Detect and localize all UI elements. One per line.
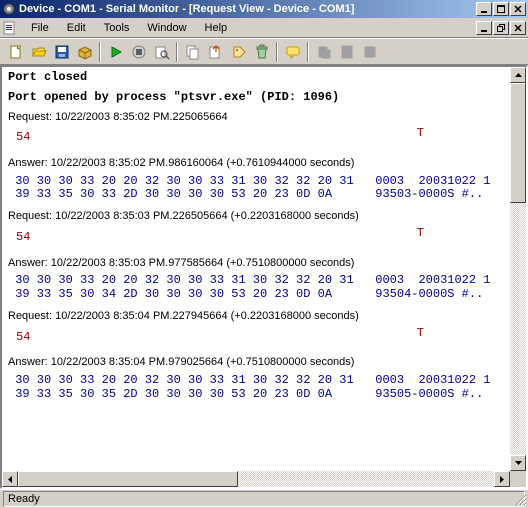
- toolbar-separator: [276, 42, 278, 62]
- request-ascii: T: [417, 127, 504, 151]
- scroll-right-button[interactable]: [494, 471, 510, 487]
- document-icon[interactable]: [2, 20, 18, 36]
- play-icon[interactable]: [104, 41, 127, 63]
- scroll-thumb[interactable]: [510, 83, 526, 203]
- scroll-up-button[interactable]: [510, 67, 526, 83]
- request-ascii: T: [417, 327, 504, 351]
- answer-hex: 30 30 30 33 20 20 32 30 30 33 31 30 32 3…: [8, 274, 504, 302]
- size-grip-icon[interactable]: [514, 493, 527, 506]
- save-icon[interactable]: [50, 41, 73, 63]
- comment-icon[interactable]: [281, 41, 304, 63]
- find-icon[interactable]: [150, 41, 173, 63]
- title-bar: Device - COM1 - Serial Monitor - [Reques…: [0, 0, 528, 18]
- request-line: Request: 10/22/2003 8:35:04 PM.227945664…: [8, 310, 504, 323]
- mdi-close-button[interactable]: [510, 21, 526, 35]
- request-hex: 54: [8, 231, 30, 245]
- answer-hex: 30 30 30 33 20 20 32 30 30 33 31 30 32 3…: [8, 374, 504, 402]
- toolbar-separator: [176, 42, 178, 62]
- request-line: Request: 10/22/2003 8:35:02 PM.225065664: [8, 111, 504, 124]
- status-text: Ready: [3, 491, 525, 507]
- port-closed-line: Port closed: [8, 71, 504, 85]
- menu-tools[interactable]: Tools: [97, 20, 137, 36]
- request-hex: 54: [8, 331, 30, 345]
- toolbar-separator: [99, 42, 101, 62]
- stop-icon[interactable]: [127, 41, 150, 63]
- port-opened-line: Port opened by process "ptsvr.exe" (PID:…: [8, 91, 504, 105]
- menu-help[interactable]: Help: [198, 20, 235, 36]
- toolbar: [0, 38, 528, 65]
- scroll-down-button[interactable]: [510, 455, 526, 471]
- disabled-tool-1-icon: [312, 41, 335, 63]
- scroll-thumb[interactable]: [18, 471, 238, 487]
- answer-line: Answer: 10/22/2003 8:35:03 PM.977585664 …: [8, 257, 504, 270]
- menu-edit[interactable]: Edit: [60, 20, 93, 36]
- disabled-tool-2-icon: [335, 41, 358, 63]
- log-content[interactable]: Port closed Port opened by process "ptsv…: [2, 67, 510, 471]
- new-icon[interactable]: [4, 41, 27, 63]
- maximize-button[interactable]: [493, 2, 509, 16]
- mdi-restore-button[interactable]: [493, 21, 509, 35]
- app-icon: [2, 2, 16, 16]
- status-bar: Ready: [0, 489, 528, 507]
- package-icon[interactable]: [73, 41, 96, 63]
- menu-file[interactable]: File: [24, 20, 56, 36]
- client-area: Port closed Port opened by process "ptsv…: [0, 65, 528, 489]
- scroll-track[interactable]: [510, 83, 526, 455]
- scroll-track[interactable]: [18, 471, 494, 487]
- answer-hex: 30 30 30 33 20 20 32 30 30 33 31 30 32 3…: [8, 175, 504, 203]
- vertical-scrollbar[interactable]: [510, 67, 526, 471]
- horizontal-scrollbar[interactable]: [2, 471, 510, 487]
- request-hex: 54: [8, 131, 30, 145]
- window-title: Device - COM1 - Serial Monitor - [Reques…: [19, 3, 476, 15]
- mdi-minimize-button[interactable]: [476, 21, 492, 35]
- answer-line: Answer: 10/22/2003 8:35:02 PM.986160064 …: [8, 157, 504, 170]
- menu-bar: File Edit Tools Window Help: [24, 20, 476, 36]
- export-icon[interactable]: [204, 41, 227, 63]
- toolbar-separator: [307, 42, 309, 62]
- menu-window[interactable]: Window: [140, 20, 193, 36]
- request-ascii: T: [417, 227, 504, 251]
- copy-icon[interactable]: [181, 41, 204, 63]
- tag-icon[interactable]: [227, 41, 250, 63]
- scroll-corner: [510, 471, 526, 487]
- answer-line: Answer: 10/22/2003 8:35:04 PM.979025664 …: [8, 356, 504, 369]
- close-button[interactable]: [510, 2, 526, 16]
- open-icon[interactable]: [27, 41, 50, 63]
- trash-icon[interactable]: [250, 41, 273, 63]
- minimize-button[interactable]: [476, 2, 492, 16]
- menu-bar-row: File Edit Tools Window Help: [0, 18, 528, 38]
- request-line: Request: 10/22/2003 8:35:03 PM.226505664…: [8, 210, 504, 223]
- disabled-tool-3-icon: [358, 41, 381, 63]
- scroll-left-button[interactable]: [2, 471, 18, 487]
